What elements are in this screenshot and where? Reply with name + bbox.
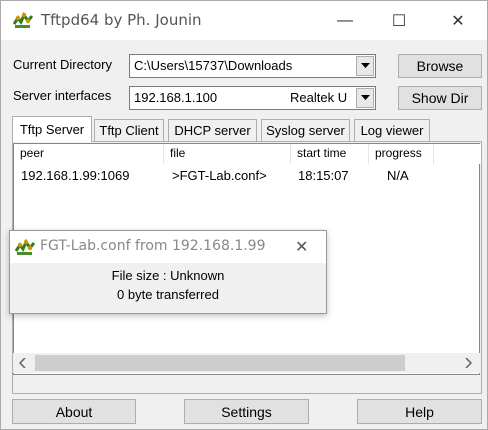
server-interface-adapter: Realtek U — [290, 90, 348, 105]
progress-cell: N/A — [387, 168, 409, 183]
server-interfaces-dropdown-button[interactable] — [356, 88, 374, 108]
tab-tftp-server[interactable]: Tftp Server — [12, 116, 92, 142]
tab-syslog-server[interactable]: Syslog server — [261, 119, 350, 141]
horizontal-scrollbar[interactable] — [13, 353, 480, 373]
help-button[interactable]: Help — [357, 399, 482, 424]
window-title: Tftpd64 by Ph. Jounin — [41, 11, 202, 29]
column-header-file[interactable]: file — [164, 144, 291, 164]
bytes-transferred-text: 0 byte transferred — [117, 287, 219, 302]
settings-button[interactable]: Settings — [184, 399, 309, 424]
minimize-icon: — — [337, 11, 353, 29]
column-header-progress[interactable]: progress — [369, 144, 434, 164]
peer-cell: 192.168.1.99:1069 — [21, 168, 130, 183]
scrollbar-thumb[interactable] — [35, 355, 405, 371]
close-button[interactable]: ✕ — [435, 1, 481, 40]
tab-dhcp-server[interactable]: DHCP server — [168, 119, 257, 141]
server-interfaces-label: Server interfaces — [13, 88, 112, 103]
column-header-filler — [434, 144, 481, 164]
column-header-peer[interactable]: peer — [14, 144, 164, 164]
dialog-title: FGT-Lab.conf from 192.168.1.99 — [40, 238, 266, 254]
chevron-down-icon — [360, 63, 370, 68]
browse-button[interactable]: Browse — [398, 54, 482, 78]
server-interface-ip: 192.168.1.100 — [134, 90, 218, 105]
chevron-right-icon[interactable] — [465, 358, 472, 368]
chevron-left-icon[interactable] — [19, 358, 26, 368]
minimize-button[interactable]: — — [322, 1, 368, 40]
chevron-down-icon — [360, 95, 370, 100]
current-directory-combobox[interactable]: C:\Users\15737\Downloads — [129, 54, 376, 78]
close-icon: ✕ — [451, 12, 465, 30]
current-directory-label: Current Directory — [13, 57, 112, 72]
current-directory-value: C:\Users\15737\Downloads — [134, 58, 293, 73]
main-window: Tftpd64 by Ph. Jounin — ☐ ✕ Current Dire… — [0, 0, 488, 430]
tftpd-app-icon — [12, 11, 34, 28]
file-size-text: File size : Unknown — [111, 268, 225, 283]
tftpd-app-icon — [14, 238, 36, 255]
column-header-start-time[interactable]: start time — [291, 144, 369, 164]
start-time-cell: 18:15:07 — [298, 168, 349, 183]
dialog-close-icon[interactable]: ✕ — [295, 237, 308, 257]
server-interfaces-combobox[interactable]: 192.168.1.100 Realtek U — [129, 86, 376, 110]
current-directory-dropdown-button[interactable] — [356, 56, 374, 76]
transfer-progress-dialog[interactable]: FGT-Lab.conf from 192.168.1.99 ✕ File si… — [9, 230, 327, 314]
show-dir-button[interactable]: Show Dir — [398, 86, 482, 110]
tab-tftp-client[interactable]: Tftp Client — [94, 119, 164, 141]
file-cell: >FGT-Lab.conf> — [172, 168, 267, 183]
dialog-title-bar[interactable]: FGT-Lab.conf from 192.168.1.99 ✕ — [10, 231, 326, 263]
tab-log-viewer[interactable]: Log viewer — [354, 119, 430, 141]
about-button[interactable]: About — [12, 399, 136, 424]
maximize-button[interactable]: ☐ — [376, 1, 422, 40]
title-bar[interactable]: Tftpd64 by Ph. Jounin — ☐ ✕ — [1, 1, 487, 40]
maximize-icon: ☐ — [391, 12, 407, 30]
